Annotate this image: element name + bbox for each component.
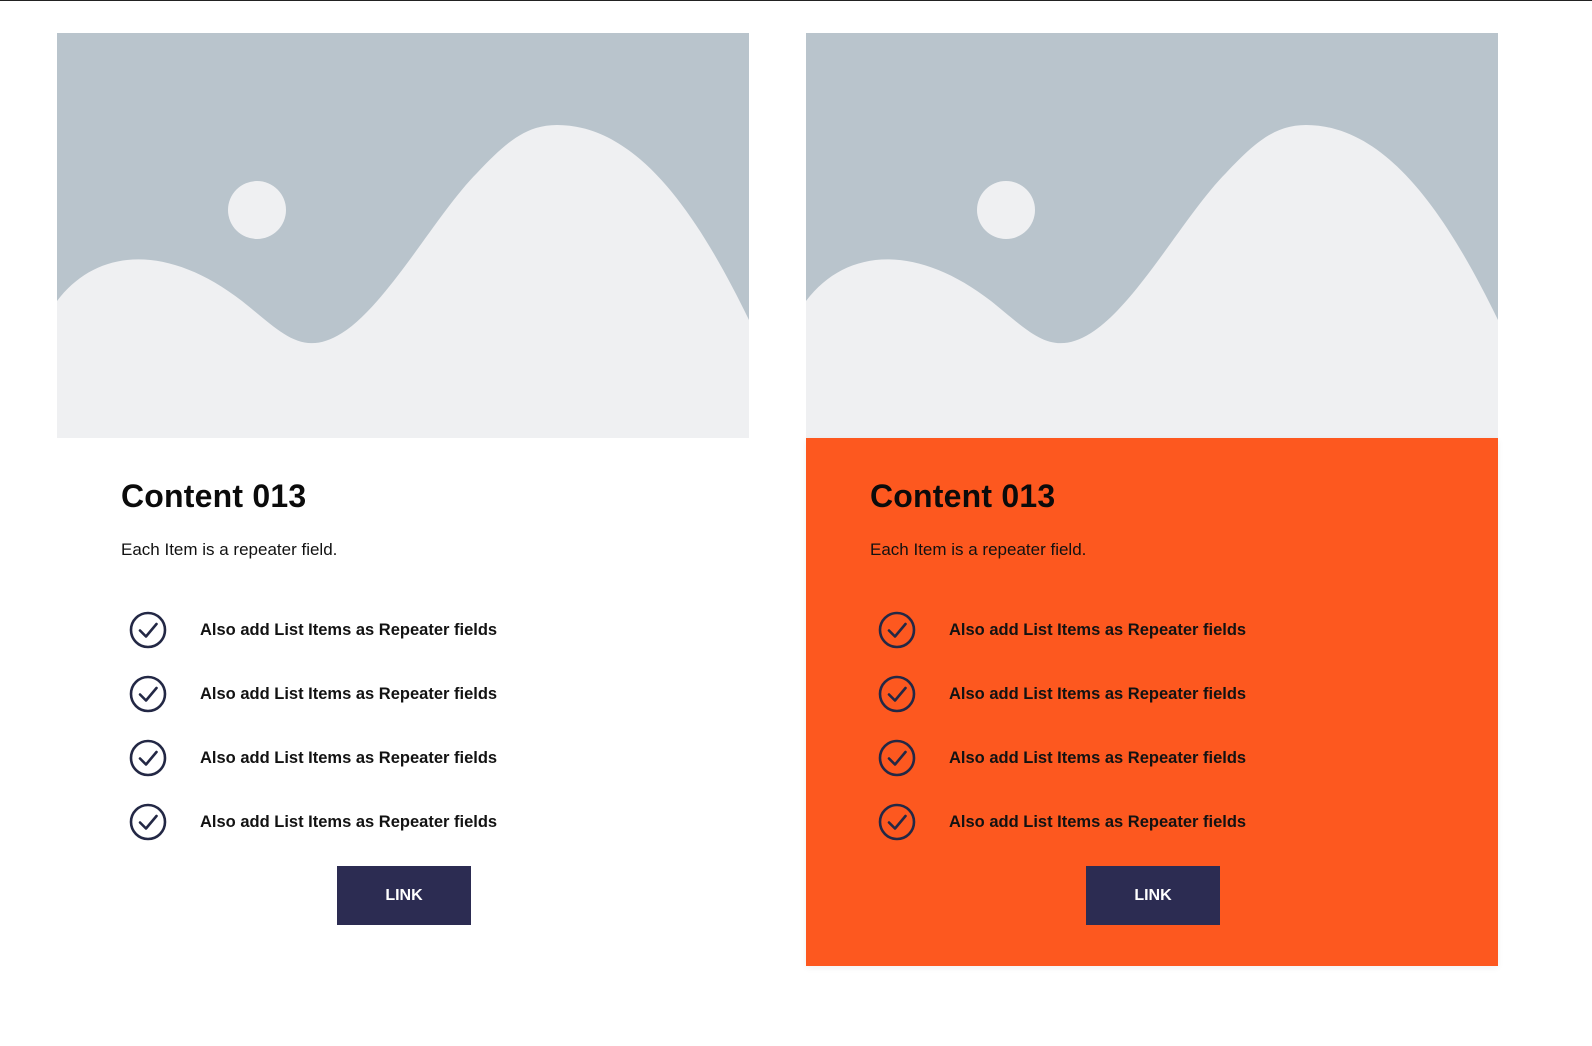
check-circle-icon [129, 675, 167, 713]
image-placeholder-icon [806, 33, 1498, 438]
check-circle-icon [129, 739, 167, 777]
top-divider [0, 0, 1592, 1]
list-item: Also add List Items as Repeater fields [878, 790, 1246, 854]
list-item: Also add List Items as Repeater fields [878, 598, 1246, 662]
check-circle-icon [878, 739, 916, 777]
content-card-orange: Content 013 Each Item is a repeater fiel… [806, 33, 1498, 966]
feature-list: Also add List Items as Repeater fields A… [878, 598, 1246, 854]
check-circle-icon [878, 803, 916, 841]
card-title: Content 013 [121, 478, 307, 514]
list-item-label: Also add List Items as Repeater fields [200, 748, 498, 767]
list-item: Also add List Items as Repeater fields [129, 790, 497, 854]
card-subtitle: Each Item is a repeater field. [121, 540, 338, 559]
list-item-label: Also add List Items as Repeater fields [200, 684, 498, 703]
link-button[interactable]: LINK [1086, 866, 1220, 925]
card-body: Content 013 Each Item is a repeater fiel… [806, 438, 1498, 966]
content-card-white: Content 013 Each Item is a repeater fiel… [57, 33, 749, 966]
card-title: Content 013 [870, 478, 1056, 514]
check-circle-icon [129, 803, 167, 841]
list-item: Also add List Items as Repeater fields [878, 726, 1246, 790]
list-item-label: Also add List Items as Repeater fields [949, 812, 1247, 831]
list-item: Also add List Items as Repeater fields [129, 726, 497, 790]
list-item-label: Also add List Items as Repeater fields [949, 748, 1247, 767]
check-circle-icon [878, 611, 916, 649]
list-item: Also add List Items as Repeater fields [129, 662, 497, 726]
image-placeholder-icon [57, 33, 749, 438]
list-item-label: Also add List Items as Repeater fields [949, 620, 1247, 639]
card-subtitle: Each Item is a repeater field. [870, 540, 1087, 559]
list-item-label: Also add List Items as Repeater fields [200, 620, 498, 639]
link-button[interactable]: LINK [337, 866, 471, 925]
check-circle-icon [129, 611, 167, 649]
list-item: Also add List Items as Repeater fields [878, 662, 1246, 726]
list-item-label: Also add List Items as Repeater fields [949, 684, 1247, 703]
card-body: Content 013 Each Item is a repeater fiel… [57, 438, 749, 966]
list-item: Also add List Items as Repeater fields [129, 598, 497, 662]
check-circle-icon [878, 675, 916, 713]
list-item-label: Also add List Items as Repeater fields [200, 812, 498, 831]
feature-list: Also add List Items as Repeater fields A… [129, 598, 497, 854]
